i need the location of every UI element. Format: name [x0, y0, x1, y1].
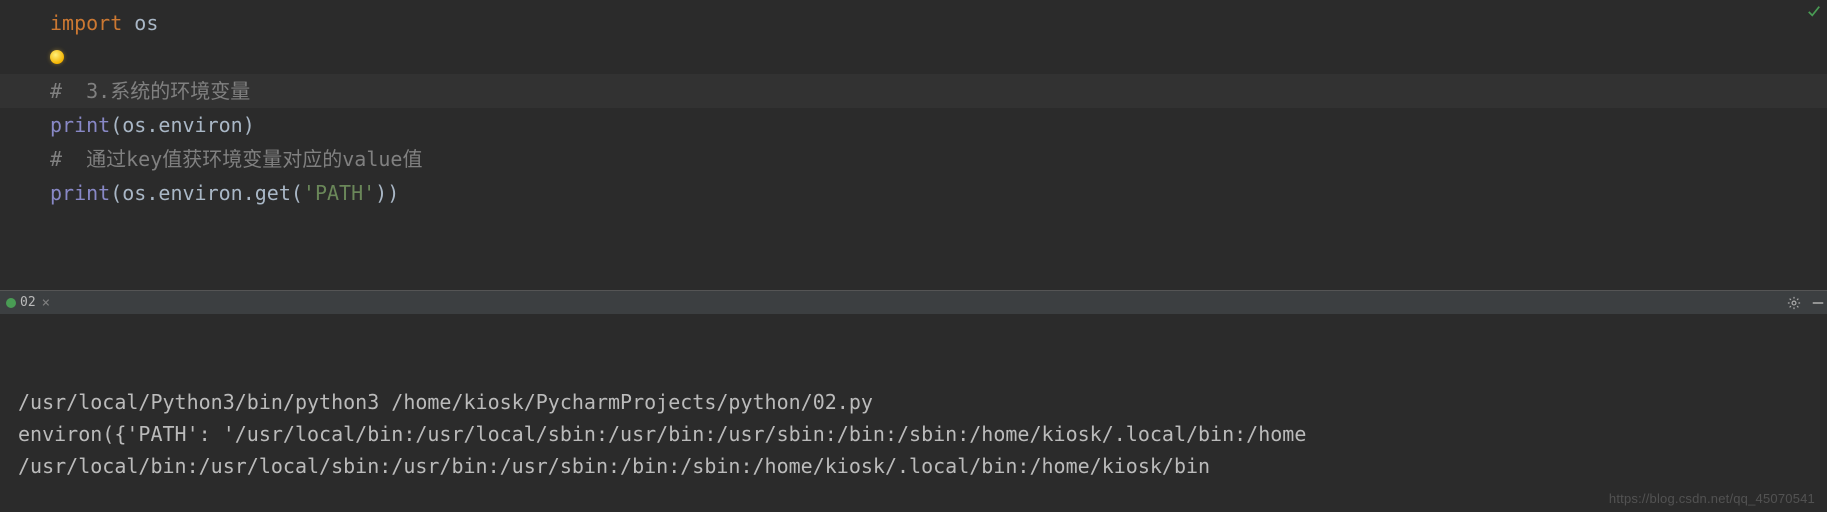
intention-bulb-icon[interactable] — [50, 50, 64, 64]
code-line[interactable]: print(os.environ) — [0, 108, 1827, 142]
code-token: . — [146, 113, 158, 137]
code-token: ( — [291, 181, 303, 205]
watermark-text: https://blog.csdn.net/qq_45070541 — [1609, 491, 1815, 506]
code-token: os — [122, 113, 146, 137]
code-token: import — [50, 11, 134, 35]
code-line[interactable]: # 3.系统的环境变量 — [0, 74, 1827, 108]
code-token: print — [50, 181, 110, 205]
run-tab-label[interactable]: 02 — [20, 295, 36, 310]
code-token: get — [255, 181, 291, 205]
code-line[interactable]: print(os.environ.get('PATH')) — [0, 176, 1827, 210]
console-line: /usr/local/Python3/bin/python3 /home/kio… — [18, 386, 1827, 418]
console-line: environ({'PATH': '/usr/local/bin:/usr/lo… — [18, 418, 1827, 450]
code-token: ) — [387, 181, 399, 205]
code-token: ( — [110, 113, 122, 137]
code-line[interactable] — [0, 40, 1827, 74]
run-console[interactable]: /usr/local/Python3/bin/python3 /home/kio… — [0, 314, 1827, 512]
code-token: ) — [243, 113, 255, 137]
code-token: # 3.系统的环境变量 — [50, 79, 250, 103]
minimize-icon[interactable] — [1809, 294, 1827, 312]
code-line[interactable]: # 通过key值获环境变量对应的value值 — [0, 142, 1827, 176]
run-tool-window-header: 02 × — [0, 290, 1827, 314]
code-token: environ — [158, 113, 242, 137]
code-editor[interactable]: import os # 3.系统的环境变量print(os.environ)# … — [0, 0, 1827, 290]
code-token: ( — [110, 181, 122, 205]
inspection-ok-icon — [1807, 2, 1821, 16]
code-token: # 通过key值获环境变量对应的value值 — [50, 147, 422, 171]
settings-gear-icon[interactable] — [1785, 294, 1803, 312]
code-token: ) — [375, 181, 387, 205]
code-line[interactable]: import os — [0, 6, 1827, 40]
code-token: print — [50, 113, 110, 137]
code-token: os — [134, 11, 158, 35]
console-line: /usr/local/bin:/usr/local/sbin:/usr/bin:… — [18, 450, 1827, 482]
code-token: os — [122, 181, 146, 205]
code-token: environ — [158, 181, 242, 205]
close-tab-icon[interactable]: × — [42, 295, 50, 311]
code-token: . — [243, 181, 255, 205]
code-token: 'PATH' — [303, 181, 375, 205]
run-status-dot-icon — [6, 298, 16, 308]
code-token: . — [146, 181, 158, 205]
